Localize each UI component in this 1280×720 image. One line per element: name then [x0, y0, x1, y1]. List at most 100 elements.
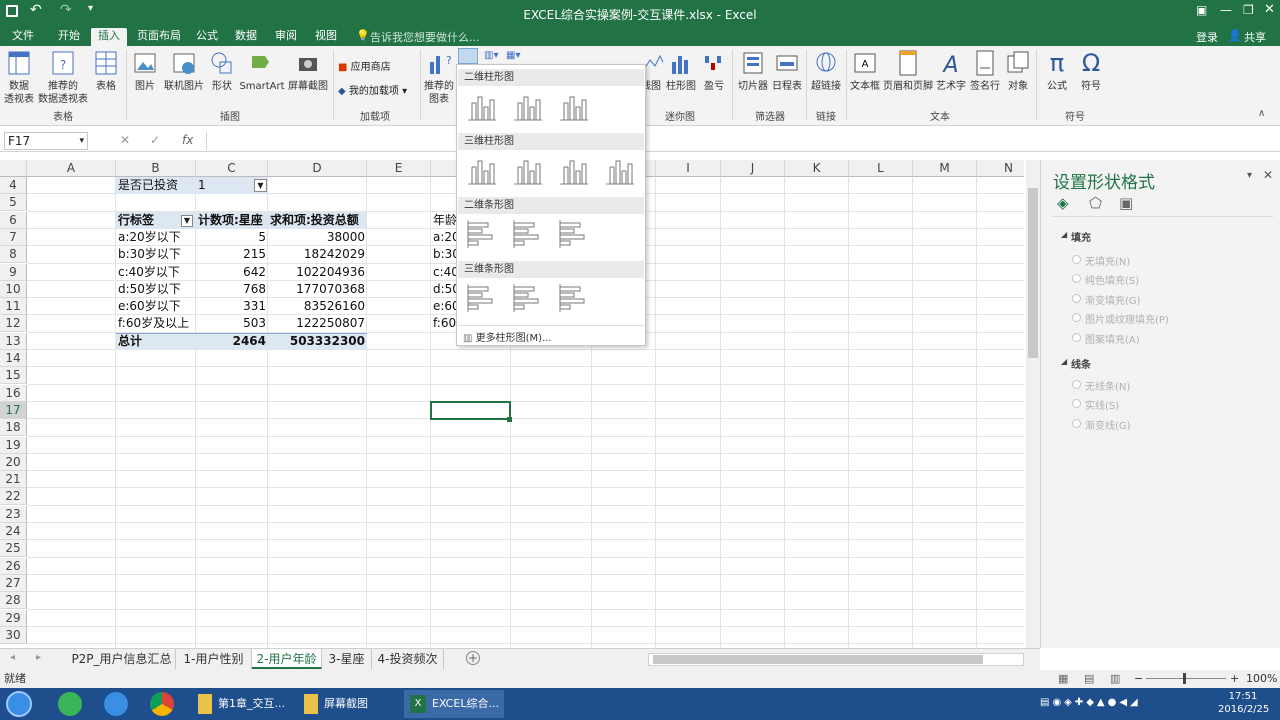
textbox-button[interactable]: A 文本框 — [848, 48, 882, 93]
100-stacked-column-icon[interactable] — [557, 89, 591, 123]
taskbar-item-active[interactable]: X EXCEL综合... — [404, 690, 504, 718]
column-chart-button[interactable] — [458, 48, 478, 64]
column-sparkline-button[interactable]: 柱形图 — [664, 48, 698, 93]
radio-button[interactable] — [1072, 313, 1081, 323]
ribbon-display-icon[interactable]: ▣ — [1196, 3, 1207, 17]
header-footer-button[interactable]: 页眉和页脚 — [882, 48, 934, 93]
row-header[interactable]: 19 — [0, 436, 27, 454]
row-header[interactable]: 14 — [0, 350, 27, 367]
taskbar-item[interactable]: 屏幕截图 — [298, 690, 398, 718]
sheet-tab[interactable]: 4-投资频次 — [372, 649, 444, 669]
select-all-corner[interactable] — [0, 160, 27, 177]
clustered-column-icon[interactable] — [465, 89, 499, 123]
zoom-slider[interactable] — [1146, 678, 1226, 679]
zoom-level[interactable]: 100% — [1246, 670, 1277, 688]
collapse-ribbon-icon[interactable]: ∧ — [1258, 108, 1265, 119]
shapes-button[interactable]: 形状 — [208, 48, 236, 93]
row-header[interactable]: 23 — [0, 505, 27, 523]
row-header[interactable]: 12 — [0, 315, 27, 333]
filter-icon[interactable]: ▼ — [254, 179, 267, 192]
column-header[interactable]: J — [721, 160, 785, 177]
add-sheet-icon[interactable]: + — [466, 651, 480, 665]
table-button[interactable]: 表格 — [90, 48, 122, 93]
vertical-scrollbar[interactable] — [1026, 160, 1040, 648]
tab-formulas[interactable]: 公式 — [190, 28, 224, 46]
row-header[interactable]: 29 — [0, 609, 27, 627]
note-app-icon[interactable] — [104, 692, 128, 716]
equation-button[interactable]: π 公式 — [1040, 48, 1074, 93]
more-column-charts-link[interactable]: ▥ 更多柱形图(M)... — [463, 329, 552, 344]
my-addins-button[interactable]: ◆ 我的加载项 ▾ — [338, 82, 407, 97]
sign-in-link[interactable]: 登录 — [1196, 29, 1218, 45]
tray-icons[interactable]: ▤◉◈✚◆▲●◀◢ — [1040, 697, 1141, 708]
cancel-icon[interactable]: ✕ — [120, 133, 130, 147]
row-header[interactable]: 5 — [0, 194, 27, 212]
3d-100-stacked-bar-icon[interactable] — [557, 281, 591, 315]
sheet-tab[interactable]: P2P_用户信息汇总 — [68, 649, 176, 669]
radio-option-label[interactable]: 无线条(N) — [1085, 378, 1130, 393]
scroll-left-icon[interactable]: ◂ — [10, 652, 15, 663]
taskbar-item[interactable]: 第1章_交互... — [192, 690, 292, 718]
insert-function-icon[interactable]: fx — [182, 133, 193, 147]
column-header[interactable]: E — [367, 160, 431, 177]
pane-options-icon[interactable]: ▾ — [1247, 170, 1252, 181]
tab-file[interactable]: 文件 — [4, 28, 42, 46]
scroll-right-icon[interactable]: ▸ — [36, 652, 41, 663]
collapse-line-icon[interactable]: ◢ — [1061, 357, 1067, 366]
bar-chart-button[interactable]: ▥▾ — [484, 50, 498, 61]
column-header[interactable]: A — [27, 160, 116, 177]
signature-line-button[interactable]: 签名行 — [968, 48, 1002, 93]
close-icon[interactable]: ✕ — [1264, 2, 1275, 17]
row-header[interactable]: 13 — [0, 332, 27, 350]
radio-option-label[interactable]: 实线(S) — [1085, 397, 1119, 412]
store-button[interactable]: ■ 应用商店 — [338, 58, 391, 73]
pane-close-icon[interactable]: ✕ — [1263, 168, 1273, 182]
radio-option-label[interactable]: 无填充(N) — [1085, 253, 1130, 268]
radio-option-label[interactable]: 图案填充(A) — [1085, 331, 1140, 346]
row-header[interactable]: 20 — [0, 453, 27, 471]
winloss-sparkline-button[interactable]: 盈亏 — [700, 48, 728, 93]
3d-clustered-bar-icon[interactable] — [465, 281, 499, 315]
screenshot-button[interactable]: 屏幕截图 — [286, 48, 330, 93]
row-header[interactable]: 10 — [0, 280, 27, 298]
row-header[interactable]: 30 — [0, 626, 27, 644]
page-layout-icon[interactable]: ▤ — [1084, 670, 1094, 688]
row-header[interactable]: 26 — [0, 557, 27, 575]
row-header[interactable]: 25 — [0, 540, 27, 558]
page-break-icon[interactable]: ▥ — [1110, 670, 1120, 688]
3d-column-icon[interactable] — [603, 153, 637, 187]
collapse-fill-icon[interactable]: ◢ — [1061, 230, 1067, 239]
sheet-tab[interactable]: 1-用户性别 — [176, 649, 252, 669]
clock[interactable]: 17:51 2016/2/25 — [1218, 690, 1269, 716]
radio-button[interactable] — [1072, 332, 1081, 342]
zoom-in-icon[interactable]: + — [1230, 670, 1239, 688]
3d-clustered-column-icon[interactable] — [465, 153, 499, 187]
recommended-pivot-button[interactable]: ? 推荐的 数据透视表 — [36, 48, 90, 106]
line-sparkline-button[interactable]: 折线图 — [631, 48, 664, 93]
row-header[interactable]: 11 — [0, 298, 27, 316]
fill-section-header[interactable]: 填充 — [1071, 229, 1091, 244]
row-header[interactable]: 27 — [0, 574, 27, 592]
3d-stacked-bar-icon[interactable] — [511, 281, 545, 315]
column-header[interactable]: B — [116, 160, 196, 177]
row-header[interactable]: 18 — [0, 419, 27, 437]
sheet-tab-active[interactable]: 2-用户年龄 — [252, 649, 322, 669]
zoom-out-icon[interactable]: − — [1134, 670, 1143, 688]
row-header[interactable]: 6 — [0, 211, 27, 229]
slicer-button[interactable]: 切片器 — [736, 48, 770, 93]
timeline-button[interactable]: 日程表 — [770, 48, 804, 93]
horizontal-scrollbar[interactable] — [648, 653, 1024, 666]
object-button[interactable]: 对象 — [1002, 48, 1034, 93]
row-header[interactable]: 9 — [0, 263, 27, 281]
radio-option-label[interactable]: 渐变线(G) — [1085, 417, 1131, 432]
row-header[interactable]: 28 — [0, 592, 27, 610]
radio-option-label[interactable]: 图片或纹理填充(P) — [1085, 311, 1169, 326]
size-properties-icon[interactable]: ▣ — [1119, 194, 1133, 212]
wordart-button[interactable]: A 艺术字 — [934, 48, 968, 93]
column-header[interactable]: K — [785, 160, 849, 177]
tab-insert[interactable]: 插入 — [91, 28, 127, 46]
radio-button[interactable] — [1072, 255, 1081, 264]
column-header[interactable]: M — [913, 160, 977, 177]
restore-icon[interactable]: ❐ — [1243, 3, 1254, 17]
column-header[interactable]: L — [849, 160, 913, 177]
